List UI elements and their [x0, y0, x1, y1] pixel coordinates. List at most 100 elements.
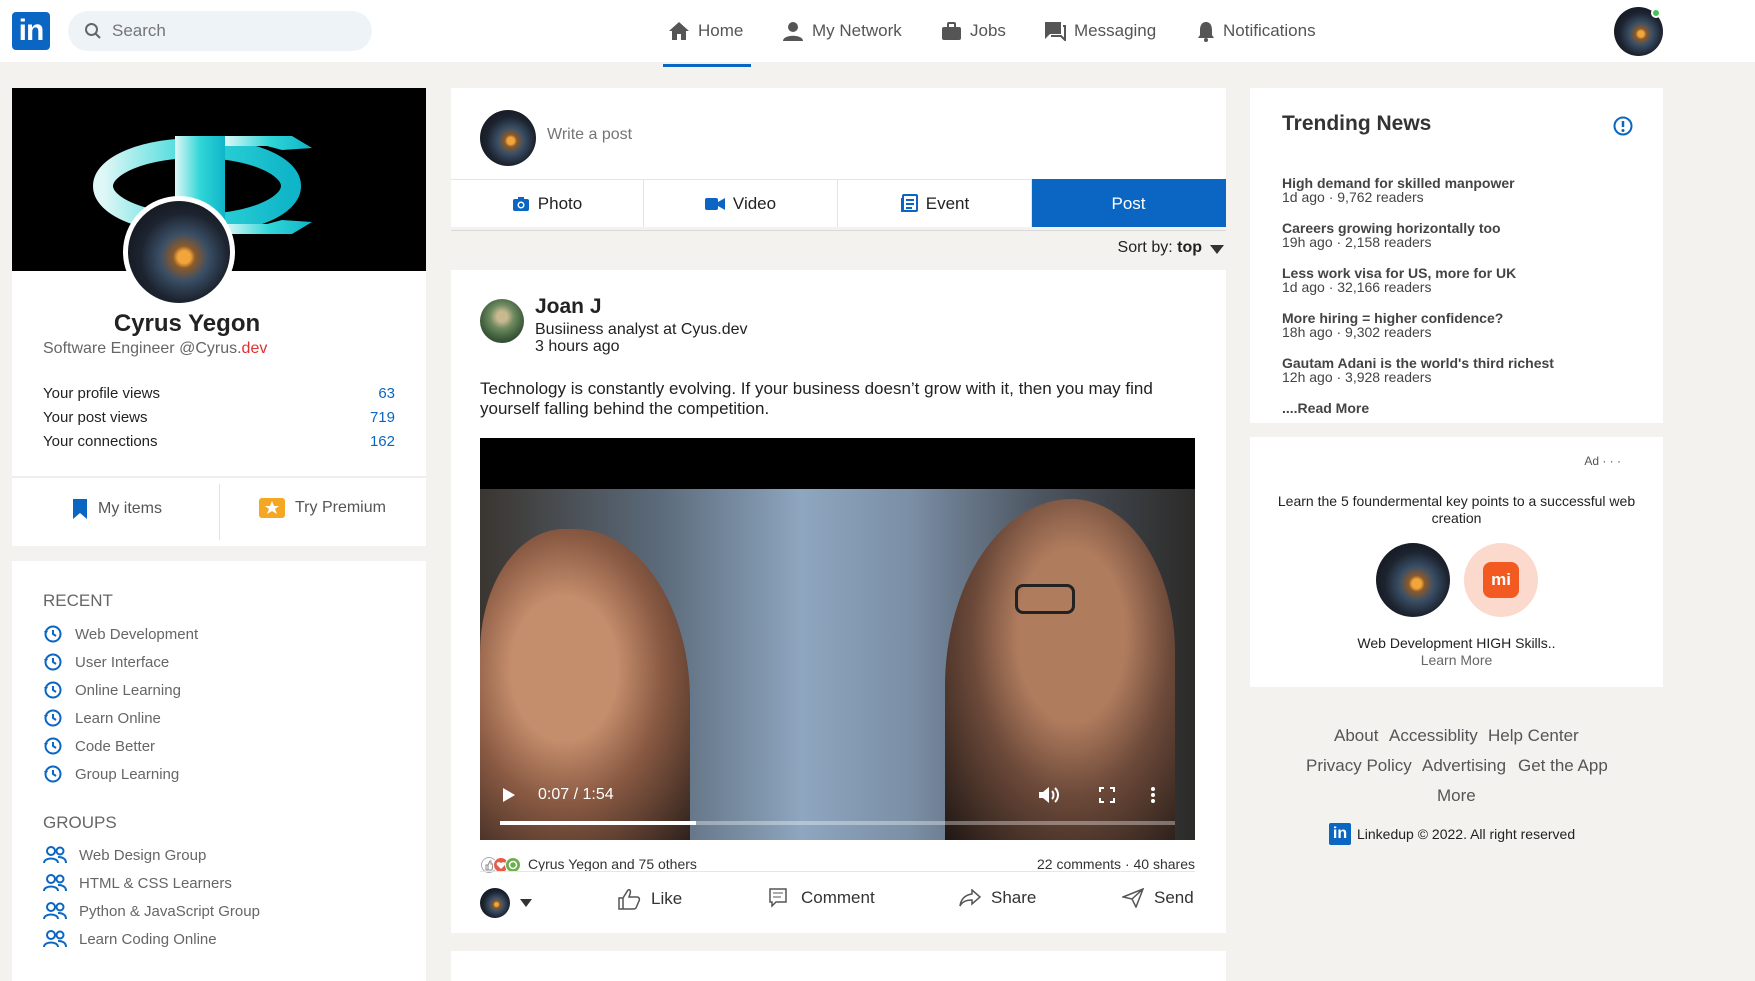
ad-learn-more[interactable]: Learn More	[1250, 652, 1663, 668]
trending-item-meta: 18h ago · 9,302 readers	[1282, 324, 1432, 340]
send-button[interactable]: Send	[1122, 888, 1194, 908]
trending-item[interactable]: High demand for skilled manpower 1d ago …	[1282, 176, 1515, 204]
my-items-button[interactable]: My items	[72, 498, 162, 520]
group-item[interactable]: Learn Coding Online	[43, 930, 217, 948]
nav-my-network[interactable]: My Network	[782, 0, 902, 62]
search-bar[interactable]	[68, 11, 372, 51]
home-icon	[669, 22, 689, 40]
profile-title-text: Software Engineer @Cyrus.	[43, 340, 242, 357]
ad-label[interactable]: Ad · · ·	[1584, 454, 1621, 468]
stat-post-views[interactable]: Your post views 719	[43, 409, 395, 426]
share-button[interactable]: Share	[959, 888, 1036, 908]
comment-icon	[769, 888, 787, 908]
trending-item[interactable]: Less work visa for US, more for UK 1d ag…	[1282, 266, 1516, 294]
profile-avatar[interactable]	[123, 196, 235, 308]
video-player[interactable]: 0:07 / 1:54	[480, 438, 1195, 840]
comment-label: Comment	[801, 888, 875, 907]
sort-dropdown[interactable]: Sort by: top	[1118, 239, 1202, 257]
comments-shares[interactable]: 22 comments · 40 shares	[1037, 856, 1195, 872]
trending-item[interactable]: Gautam Adani is the world's third riches…	[1282, 356, 1554, 384]
nav-home[interactable]: Home	[668, 0, 743, 62]
post-button[interactable]: Post	[1032, 179, 1226, 227]
history-icon	[44, 709, 62, 727]
info-icon[interactable]	[1613, 116, 1633, 136]
video-progress-bar[interactable]	[500, 821, 1175, 825]
copyright: in Linkedup © 2022. All right reserved	[1329, 823, 1575, 845]
more-options-icon[interactable]	[1150, 786, 1156, 804]
post-author-name[interactable]: Joan J	[535, 295, 602, 319]
chevron-down-icon[interactable]	[1210, 245, 1224, 254]
profile-title: Software Engineer @Cyrus.dev	[43, 340, 267, 358]
history-icon	[44, 625, 62, 643]
event-icon	[900, 194, 918, 212]
tab-event[interactable]: Event	[838, 179, 1032, 227]
stat-connections[interactable]: Your connections 162	[43, 433, 395, 450]
footer-link-accessibility[interactable]: Accessiblity	[1389, 726, 1478, 746]
volume-icon[interactable]	[1038, 785, 1060, 805]
nav-notifications[interactable]: Notifications	[1197, 0, 1316, 62]
comment-button[interactable]: Comment	[769, 888, 875, 908]
recent-item[interactable]: Online Learning	[43, 680, 181, 700]
fullscreen-icon[interactable]	[1099, 787, 1115, 803]
recent-item-label: Online Learning	[75, 681, 181, 699]
trending-item[interactable]: Careers growing horizontally too 19h ago…	[1282, 221, 1501, 249]
group-item-label: Learn Coding Online	[79, 930, 217, 948]
profile-divider	[12, 476, 426, 478]
nav-messaging[interactable]: Messaging	[1044, 0, 1156, 62]
video-camera-icon	[704, 197, 725, 210]
profile-card: Cyrus Yegon Software Engineer @Cyrus.dev…	[12, 88, 426, 546]
like-button[interactable]: Like	[617, 888, 682, 910]
read-more-link[interactable]: ....Read More	[1282, 400, 1369, 416]
tab-photo[interactable]: Photo	[451, 179, 644, 227]
play-icon[interactable]	[502, 787, 516, 803]
nav-jobs[interactable]: Jobs	[941, 0, 1006, 62]
post-author-avatar[interactable]	[480, 299, 524, 343]
linkedin-logo[interactable]: in	[12, 12, 50, 50]
nav-home-label: Home	[698, 21, 744, 40]
write-post-input[interactable]	[547, 118, 1187, 152]
tab-event-label: Event	[925, 193, 970, 213]
premium-icon	[259, 498, 285, 518]
footer-link-get-app[interactable]: Get the App	[1518, 756, 1608, 776]
search-input[interactable]	[112, 20, 352, 42]
trending-item[interactable]: More hiring = higher confidence? 18h ago…	[1282, 311, 1503, 339]
footer-link-privacy[interactable]: Privacy Policy	[1306, 756, 1412, 776]
footer-link-help-center[interactable]: Help Center	[1488, 726, 1579, 746]
group-item[interactable]: Python & JavaScript Group	[43, 902, 260, 920]
history-icon	[44, 653, 62, 671]
footer-link-about[interactable]: About	[1334, 726, 1378, 746]
react-as-selector[interactable]	[480, 888, 532, 918]
group-item-label: Python & JavaScript Group	[79, 902, 260, 920]
stat-label: Your post views	[43, 409, 148, 426]
tab-video[interactable]: Video	[644, 179, 838, 227]
bell-icon	[1198, 21, 1214, 42]
shares-count: 40 shares	[1133, 856, 1195, 872]
nav-jobs-label: Jobs	[970, 21, 1006, 40]
footer-link-more[interactable]: More	[1437, 786, 1476, 806]
react-as-avatar	[480, 888, 510, 918]
chevron-down-icon	[520, 899, 532, 907]
trending-item-meta: 19h ago · 2,158 readers	[1282, 234, 1432, 250]
group-item[interactable]: HTML & CSS Learners	[43, 874, 232, 892]
stat-profile-views[interactable]: Your profile views 63	[43, 385, 395, 402]
recent-item[interactable]: Code Better	[43, 736, 155, 756]
ad-card: Ad · · · Learn the 5 foundermental key p…	[1250, 437, 1663, 687]
network-icon	[783, 22, 803, 41]
send-label: Send	[1154, 888, 1194, 907]
active-nav-indicator	[663, 64, 751, 67]
share-label: Share	[991, 888, 1037, 907]
profile-name[interactable]: Cyrus Yegon	[12, 310, 362, 338]
nav-messaging-label: Messaging	[1074, 21, 1157, 40]
recent-item[interactable]: Group Learning	[43, 764, 179, 784]
reactions-label[interactable]: Cyrus Yegon and 75 others	[528, 856, 697, 872]
recent-item[interactable]: User Interface	[43, 652, 169, 672]
try-premium-button[interactable]: Try Premium	[259, 498, 386, 518]
recent-item[interactable]: Web Development	[43, 624, 198, 644]
ad-title[interactable]: Web Development HIGH Skills..	[1250, 635, 1663, 651]
footer-link-advertising[interactable]: Advertising	[1422, 756, 1506, 776]
nav-my-network-label: My Network	[812, 21, 902, 40]
recent-item[interactable]: Learn Online	[43, 708, 161, 728]
group-item[interactable]: Web Design Group	[43, 846, 206, 864]
trending-item-meta: 1d ago · 9,762 readers	[1282, 189, 1424, 205]
composer-avatar	[480, 110, 536, 166]
